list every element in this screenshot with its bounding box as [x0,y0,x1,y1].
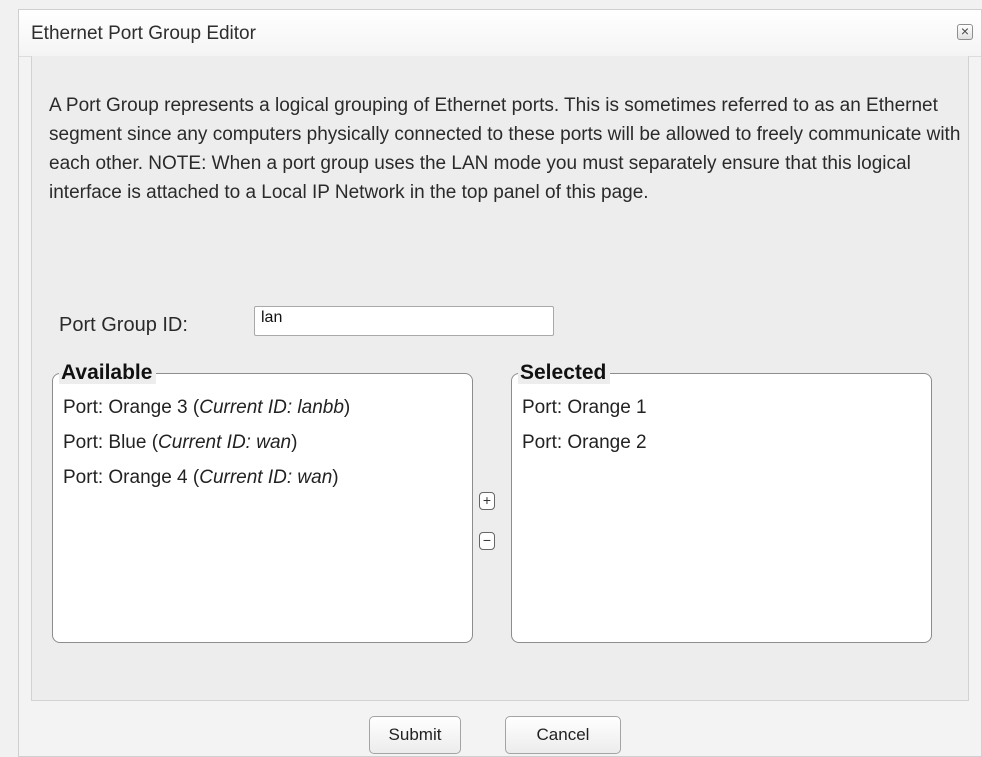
available-ports-group: Available Port: Orange 3 (Current ID: la… [52,362,473,643]
dialog-title: Ethernet Port Group Editor [31,23,256,44]
port-group-editor-dialog: Ethernet Port Group Editor × A Port Grou… [18,9,982,757]
available-port-item[interactable]: Port: Orange 4 (Current ID: wan) [53,460,472,495]
current-id: Current ID: wan [158,432,292,453]
port-group-id-label: Port Group ID: [59,314,188,336]
add-port-button[interactable]: + [479,492,495,510]
selected-port-item[interactable]: Port: Orange 1 [512,390,931,425]
current-id: Current ID: lanbb [199,397,344,418]
submit-button[interactable]: Submit [369,716,461,754]
dialog-titlebar: Ethernet Port Group Editor × [19,10,981,57]
close-icon[interactable]: × [957,24,973,40]
selected-legend: Selected [518,362,611,384]
available-legend: Available [59,362,157,384]
available-port-item[interactable]: Port: Blue (Current ID: wan) [53,425,472,460]
remove-port-button[interactable]: − [479,532,495,550]
available-port-item[interactable]: Port: Orange 3 (Current ID: lanbb) [53,390,472,425]
selected-port-item[interactable]: Port: Orange 2 [512,425,931,460]
available-ports-list: Port: Orange 3 (Current ID: lanbb) Port:… [53,390,472,495]
port-group-id-input[interactable] [254,306,554,336]
selected-ports-group: Selected Port: Orange 1 Port: Orange 2 [511,362,932,643]
dialog-content: A Port Group represents a logical groupi… [31,56,969,701]
cancel-button[interactable]: Cancel [505,716,621,754]
selected-ports-list: Port: Orange 1 Port: Orange 2 [512,390,931,460]
current-id: Current ID: wan [199,467,333,488]
description-text: A Port Group represents a logical groupi… [49,95,961,203]
